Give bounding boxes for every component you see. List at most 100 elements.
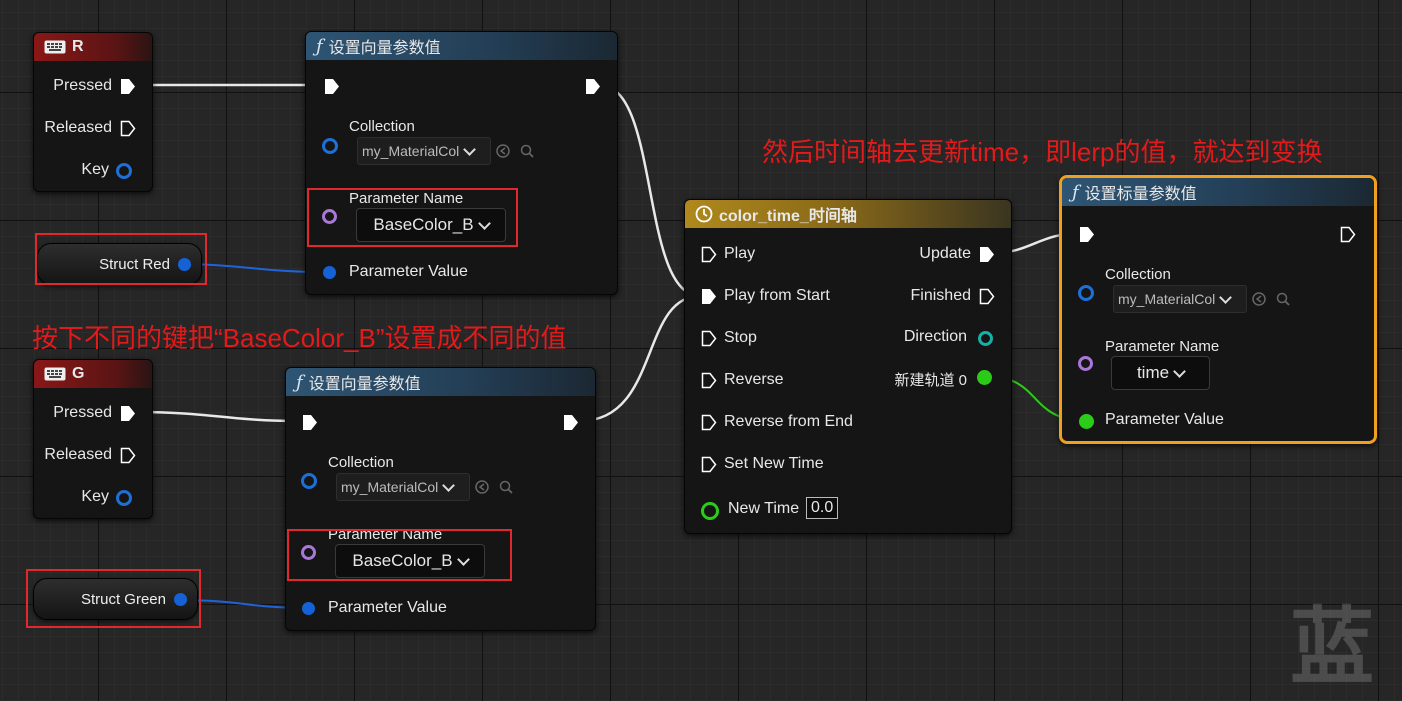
update-exec-pin[interactable] (979, 246, 995, 263)
new-time-label: New Time (728, 500, 800, 517)
chevron-down-icon (442, 478, 456, 492)
function-icon: ƒ (316, 35, 323, 57)
function-icon: ƒ (296, 371, 303, 393)
annotation-key-note: 按下不同的键把“BaseColor_B”设置成不同的值 (32, 323, 567, 353)
highlight-parameter-name-top (307, 188, 518, 247)
highlight-parameter-name-bottom (287, 529, 512, 581)
collection-value: my_MaterialCol (341, 479, 439, 495)
pressed-label: Pressed (53, 77, 112, 94)
parameter-value-label: Parameter Value (1105, 411, 1224, 428)
keyboard-icon (44, 40, 66, 54)
released-exec-pin[interactable] (120, 120, 136, 137)
collection-input-pin[interactable] (301, 473, 317, 489)
set-vector-top-title: 设置向量参数值 (328, 40, 441, 57)
collection-value: my_MaterialCol (362, 143, 460, 159)
parameter-value-label: Parameter Value (349, 263, 468, 280)
collection-input-pin[interactable] (1078, 285, 1094, 301)
exec-output-pin[interactable] (1340, 226, 1356, 243)
clock-icon (695, 205, 713, 223)
exec-input-pin[interactable] (324, 78, 340, 95)
set-vector-param-node-bottom[interactable]: ƒ 设置向量参数值 Collection my_MaterialCol Para… (285, 367, 596, 631)
track-output-pin[interactable] (977, 370, 992, 385)
pressed-exec-pin[interactable] (120, 78, 136, 95)
play-from-start-exec-pin[interactable] (701, 288, 717, 305)
browse-search-icon[interactable] (499, 480, 513, 494)
reverse-from-end-exec-pin[interactable] (701, 414, 717, 431)
key-label: Key (81, 161, 109, 178)
play-exec-pin[interactable] (701, 246, 717, 263)
watermark-text: 蓝 (1290, 600, 1375, 694)
browse-search-icon[interactable] (520, 144, 534, 158)
chevron-down-icon (1173, 364, 1186, 378)
finished-label: Finished (910, 287, 971, 304)
pressed-exec-pin[interactable] (120, 405, 136, 422)
play-label: Play (724, 245, 756, 262)
finished-exec-pin[interactable] (979, 288, 995, 305)
new-time-value-field[interactable]: 0.0 (806, 497, 839, 519)
exec-input-pin[interactable] (1079, 226, 1095, 243)
new-time-input-pin[interactable] (701, 502, 719, 520)
timeline-node[interactable]: color_time_时间轴 Play Play from Start Stop… (684, 199, 1012, 534)
key-event-r-node[interactable]: R Pressed Released Key (33, 32, 153, 192)
parameter-name-dropdown[interactable]: time (1111, 356, 1210, 390)
set-vector-param-node-top[interactable]: ƒ 设置向量参数值 Collection my_MaterialCol Para… (305, 31, 618, 295)
key-event-g-title: G (72, 365, 85, 382)
direction-label: Direction (903, 328, 967, 345)
key-label: Key (81, 488, 109, 505)
parameter-name-label: Parameter Name (1105, 338, 1220, 355)
collection-label: Collection (1105, 266, 1171, 283)
collection-value: my_MaterialCol (1118, 291, 1216, 307)
set-scalar-param-node[interactable]: ƒ 设置标量参数值 Collection my_MaterialCol Para… (1059, 175, 1377, 444)
highlight-struct-red (35, 233, 207, 285)
set-new-time-exec-pin[interactable] (701, 456, 717, 473)
reverse-from-end-label: Reverse from End (724, 413, 853, 430)
collection-dropdown[interactable]: my_MaterialCol (336, 473, 470, 501)
parameter-value-input-pin[interactable] (323, 266, 336, 279)
parameter-value-label: Parameter Value (328, 599, 447, 616)
stop-exec-pin[interactable] (701, 330, 717, 347)
exec-output-pin[interactable] (585, 78, 601, 95)
reverse-label: Reverse (724, 371, 784, 388)
key-event-g-node[interactable]: G Pressed Released Key (33, 359, 153, 519)
browse-search-icon[interactable] (1276, 292, 1290, 306)
parameter-name-input-pin[interactable] (1078, 356, 1093, 371)
highlight-struct-green (26, 569, 201, 628)
set-new-time-label: Set New Time (724, 455, 824, 472)
direction-output-pin[interactable] (978, 331, 993, 346)
collection-input-pin[interactable] (322, 138, 338, 154)
chevron-down-icon (1219, 290, 1233, 304)
use-selected-icon[interactable] (496, 144, 510, 158)
released-exec-pin[interactable] (120, 447, 136, 464)
parameter-value-input-pin[interactable] (302, 602, 315, 615)
exec-wire-bottom-to-timeline (579, 294, 701, 423)
set-vector-bottom-title: 设置向量参数值 (308, 376, 421, 393)
collection-label: Collection (349, 118, 415, 135)
set-vector-top-header[interactable]: ƒ 设置向量参数值 (306, 32, 617, 60)
exec-output-pin[interactable] (563, 414, 579, 431)
collection-dropdown[interactable]: my_MaterialCol (1113, 285, 1247, 313)
track-label: 新建轨道 0 (894, 372, 967, 389)
stop-label: Stop (724, 329, 757, 346)
key-output-pin[interactable] (116, 163, 132, 179)
keyboard-icon (44, 367, 66, 381)
pressed-label: Pressed (53, 404, 112, 421)
exec-input-pin[interactable] (302, 414, 318, 431)
use-selected-icon[interactable] (475, 480, 489, 494)
update-label: Update (919, 245, 971, 262)
key-event-r-header[interactable]: R (34, 33, 152, 61)
timeline-header[interactable]: color_time_时间轴 (685, 200, 1011, 228)
set-scalar-title: 设置标量参数值 (1084, 186, 1197, 203)
key-event-g-header[interactable]: G (34, 360, 152, 388)
released-label: Released (44, 446, 112, 463)
reverse-exec-pin[interactable] (701, 372, 717, 389)
key-output-pin[interactable] (116, 490, 132, 506)
parameter-value-input-pin[interactable] (1079, 414, 1094, 429)
collection-label: Collection (328, 454, 394, 471)
released-label: Released (44, 119, 112, 136)
play-from-start-label: Play from Start (724, 287, 830, 304)
collection-dropdown[interactable]: my_MaterialCol (357, 137, 491, 165)
use-selected-icon[interactable] (1252, 292, 1266, 306)
set-vector-bottom-header[interactable]: ƒ 设置向量参数值 (286, 368, 595, 396)
annotation-timeline-note: 然后时间轴去更新time，即lerp的值，就达到变换 (762, 137, 1323, 167)
set-scalar-header[interactable]: ƒ 设置标量参数值 (1062, 178, 1374, 206)
